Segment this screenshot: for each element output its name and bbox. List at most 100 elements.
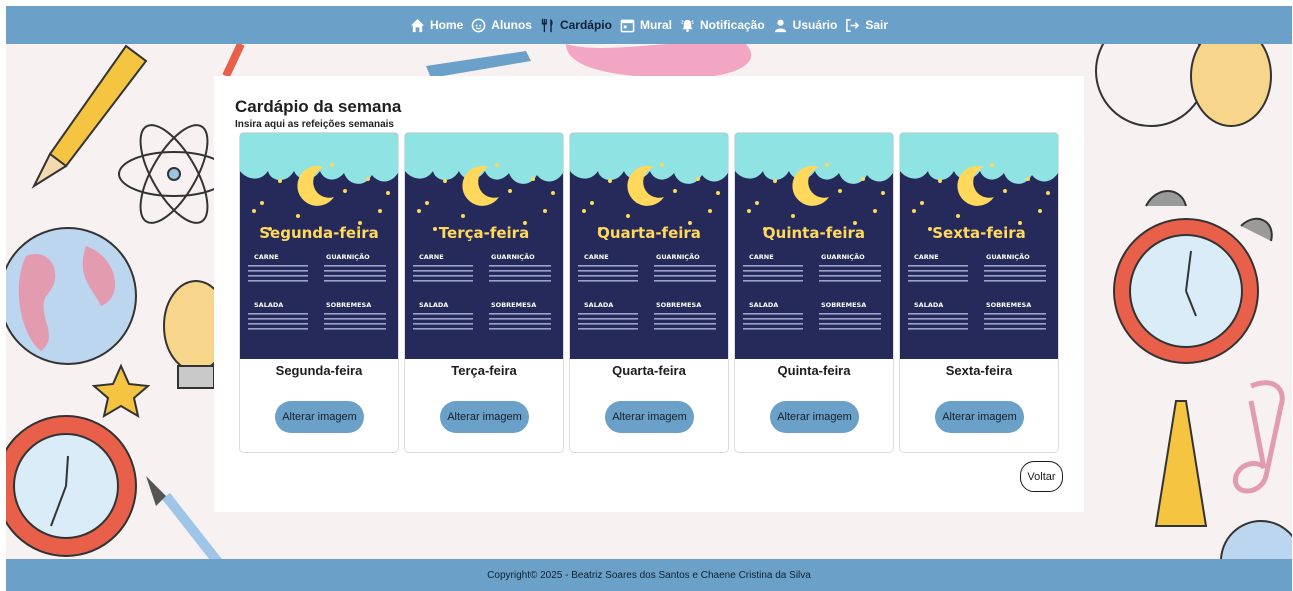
star-illustration bbox=[91, 363, 151, 419]
menu-text-line bbox=[489, 280, 551, 282]
menu-text-line bbox=[984, 270, 1046, 272]
star-dot bbox=[316, 167, 320, 171]
menu-text-line bbox=[324, 275, 386, 277]
menu-image: Sexta-feira CARNE GUARNIÇÃO SALADA SOBREMESA bbox=[900, 133, 1058, 359]
star-dot bbox=[296, 214, 300, 218]
star-dot bbox=[495, 163, 499, 167]
star-dot bbox=[912, 209, 916, 213]
star-dot bbox=[755, 201, 759, 205]
star-dot bbox=[590, 201, 594, 205]
star-dot bbox=[873, 209, 877, 213]
change-image-button[interactable]: Alterar imagem bbox=[770, 401, 859, 433]
alarm-clock-illustration bbox=[6, 415, 137, 557]
nav-usuario-label: Usuário bbox=[792, 18, 838, 32]
star-dot bbox=[1026, 177, 1030, 181]
menu-text-line bbox=[654, 313, 716, 315]
star-dot bbox=[626, 214, 630, 218]
bell-ring-icon bbox=[681, 19, 694, 32]
star-dot bbox=[646, 167, 650, 171]
menu-text-line bbox=[248, 265, 308, 267]
menu-text-line bbox=[248, 280, 308, 282]
nav-mural[interactable]: Mural bbox=[620, 18, 672, 33]
star-dot bbox=[716, 191, 720, 195]
menu-image: Terça-feira CARNE GUARNIÇÃO SALADA SOBREMESA bbox=[405, 133, 563, 359]
menu-text-line bbox=[489, 275, 551, 277]
back-button[interactable]: Voltar bbox=[1020, 461, 1063, 492]
menu-text-line bbox=[908, 318, 968, 320]
menu-text-line bbox=[324, 328, 386, 330]
menu-image-title: Terça-feira bbox=[439, 224, 529, 242]
star-dot bbox=[696, 177, 700, 181]
utensils-icon bbox=[541, 18, 553, 32]
nav-usuario[interactable]: Usuário bbox=[773, 18, 838, 33]
menu-text-line bbox=[984, 318, 1046, 320]
menu-text-line bbox=[819, 328, 881, 330]
nav-cardapio[interactable]: Cardápio bbox=[540, 18, 612, 33]
star-dot bbox=[386, 191, 390, 195]
menu-text-line bbox=[743, 313, 803, 315]
change-image-button[interactable]: Alterar imagem bbox=[440, 401, 529, 433]
music-note-illustration bbox=[1233, 380, 1285, 494]
day-card: Terça-feira CARNE GUARNIÇÃO SALADA SOBREMESA… bbox=[404, 132, 564, 453]
change-image-button[interactable]: Alterar imagem bbox=[275, 401, 364, 433]
star-dot bbox=[825, 163, 829, 167]
menu-text-line bbox=[248, 270, 308, 272]
star-dot bbox=[433, 227, 437, 231]
day-card: Quarta-feira CARNE GUARNIÇÃO SALADA SOBREMES… bbox=[569, 132, 729, 453]
paint-tube-illustration bbox=[426, 51, 531, 78]
menu-text-line bbox=[489, 328, 551, 330]
star-dot bbox=[1046, 191, 1050, 195]
menu-text-line bbox=[413, 280, 473, 282]
star-dot bbox=[1038, 209, 1042, 213]
menu-image: Segunda-feira CARNE GUARNIÇÃO SALADA SOBREME… bbox=[240, 133, 398, 359]
section-salada: SALADA bbox=[914, 301, 943, 309]
atom-illustration bbox=[118, 124, 230, 224]
page-title: Cardápio da semana bbox=[235, 97, 402, 116]
day-card-title: Terça-feira bbox=[451, 363, 517, 378]
nav-home-label: Home bbox=[429, 18, 464, 32]
nav-sair[interactable]: Sair bbox=[845, 18, 888, 33]
menu-text-line bbox=[324, 318, 386, 320]
nav-alunos[interactable]: Alunos bbox=[471, 18, 532, 33]
paintbrush-illustration bbox=[146, 476, 225, 570]
section-carne: CARNE bbox=[419, 253, 444, 261]
day-card: Sexta-feira CARNE GUARNIÇÃO SALADA SOBREMESA… bbox=[899, 132, 1059, 453]
change-image-button[interactable]: Alterar imagem bbox=[605, 401, 694, 433]
section-sobremesa: SOBREMESA bbox=[491, 301, 536, 309]
menu-text-line bbox=[324, 313, 386, 315]
menu-text-line bbox=[413, 270, 473, 272]
menu-text-line bbox=[413, 275, 473, 277]
footer: Copyright© 2025 - Beatriz Soares dos San… bbox=[6, 559, 1292, 591]
section-guarnicao: GUARNIÇÃO bbox=[821, 252, 865, 261]
top-navbar: Home Alunos Cardápio Mural Notificação U… bbox=[6, 6, 1292, 44]
star-dot bbox=[425, 201, 429, 205]
change-image-button[interactable]: Alterar imagem bbox=[935, 401, 1024, 433]
menu-text-line bbox=[578, 270, 638, 272]
star-dot bbox=[343, 189, 347, 193]
menu-text-line bbox=[248, 323, 308, 325]
menu-text-line bbox=[743, 328, 803, 330]
menu-text-line bbox=[984, 323, 1046, 325]
star-dot bbox=[260, 201, 264, 205]
star-dot bbox=[773, 179, 777, 183]
nav-alunos-label: Alunos bbox=[491, 18, 532, 32]
menu-text-line bbox=[578, 328, 638, 330]
menu-text-line bbox=[908, 275, 968, 277]
day-card: Segunda-feira CARNE GUARNIÇÃO SALADA SOBREME… bbox=[239, 132, 399, 453]
menu-text-line bbox=[908, 323, 968, 325]
star-dot bbox=[252, 209, 256, 213]
menu-text-line bbox=[908, 328, 968, 330]
menu-text-line bbox=[489, 313, 551, 315]
menu-text-line bbox=[984, 313, 1046, 315]
section-carne: CARNE bbox=[254, 253, 279, 261]
nav-home[interactable]: Home bbox=[410, 18, 463, 33]
menu-text-line bbox=[578, 265, 638, 267]
menu-text-line bbox=[489, 265, 551, 267]
menu-text-line bbox=[984, 328, 1046, 330]
section-guarnicao: GUARNIÇÃO bbox=[326, 252, 370, 261]
section-sobremesa: SOBREMESA bbox=[656, 301, 701, 309]
day-card-title: Sexta-feira bbox=[945, 363, 1013, 378]
menu-text-line bbox=[413, 313, 473, 315]
menu-text-line bbox=[743, 323, 803, 325]
nav-notificacao[interactable]: Notificação bbox=[680, 18, 765, 33]
